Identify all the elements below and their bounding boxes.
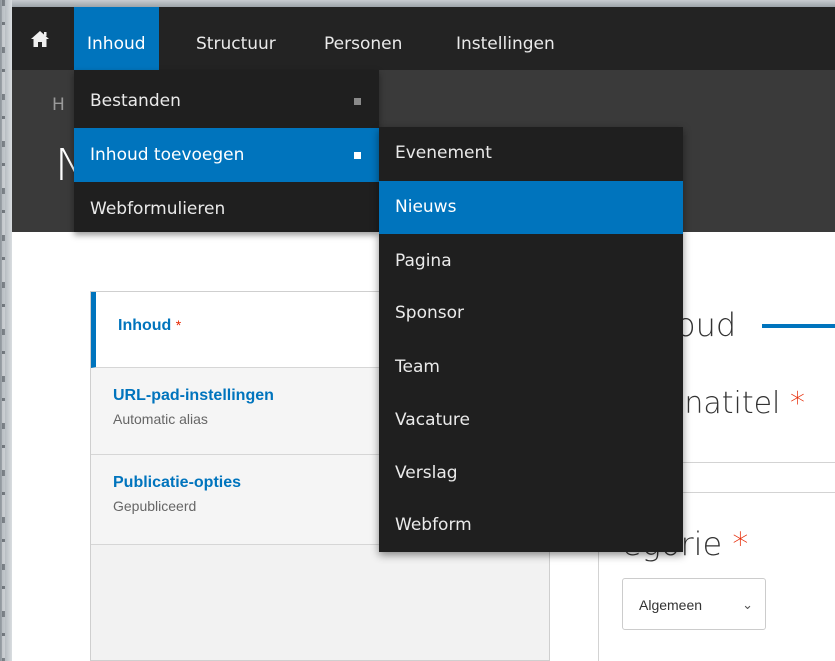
add-content-submenu: Evenement Nieuws Pagina Sponsor Team Vac… [379, 127, 683, 552]
required-marker: * [175, 317, 182, 333]
home-icon [30, 30, 49, 47]
menu-item-label: Bestanden [90, 91, 181, 111]
submenu-item-webform[interactable]: Webform [379, 499, 683, 552]
submenu-indicator-icon [354, 98, 361, 105]
category-select-value: Algemeen [639, 597, 703, 613]
title-field-label: inatitel * [676, 386, 805, 421]
required-marker: * [789, 386, 805, 421]
menu-item-label: Webformulieren [90, 199, 226, 219]
inhoud-dropdown-menu: Bestanden Inhoud toevoegen Webformuliere… [74, 70, 379, 232]
menu-item-webformulieren[interactable]: Webformulieren [74, 182, 379, 236]
toolbar-item-inhoud[interactable]: Inhoud [74, 7, 159, 70]
admin-toolbar: Inhoud Structuur Personen Instellingen [12, 7, 835, 70]
chevron-down-icon: ⌄ [742, 597, 753, 612]
title-field-label-text: inatitel [676, 386, 781, 421]
desktop-edge [0, 0, 12, 661]
menu-item-inhoud-toevoegen[interactable]: Inhoud toevoegen [74, 128, 379, 182]
submenu-item-nieuws[interactable]: Nieuws [379, 181, 683, 234]
submenu-item-team[interactable]: Team [379, 341, 683, 394]
submenu-item-vacature[interactable]: Vacature [379, 394, 683, 447]
section-divider-line [762, 324, 835, 328]
submenu-item-pagina[interactable]: Pagina [379, 235, 683, 288]
category-select[interactable]: Algemeen ⌄ [622, 578, 766, 630]
menu-item-bestanden[interactable]: Bestanden [74, 74, 379, 128]
toolbar-item-personen[interactable]: Personen [311, 7, 415, 70]
submenu-item-evenement[interactable]: Evenement [379, 127, 683, 180]
required-marker: * [732, 525, 749, 563]
menu-item-label: Inhoud toevoegen [90, 145, 245, 165]
breadcrumb[interactable]: H [52, 95, 65, 115]
vtab-inhoud-title-wrap: Inhoud [118, 317, 176, 334]
toolbar-item-instellingen[interactable]: Instellingen [443, 7, 568, 70]
vtab-title: Inhoud [118, 317, 172, 334]
submenu-item-sponsor[interactable]: Sponsor [379, 287, 683, 340]
window-top-edge [0, 0, 835, 7]
submenu-item-verslag[interactable]: Verslag [379, 447, 683, 500]
section-title: oud [676, 306, 737, 344]
home-button[interactable] [12, 7, 67, 70]
toolbar-item-structuur[interactable]: Structuur [183, 7, 289, 70]
submenu-indicator-icon [354, 152, 361, 159]
